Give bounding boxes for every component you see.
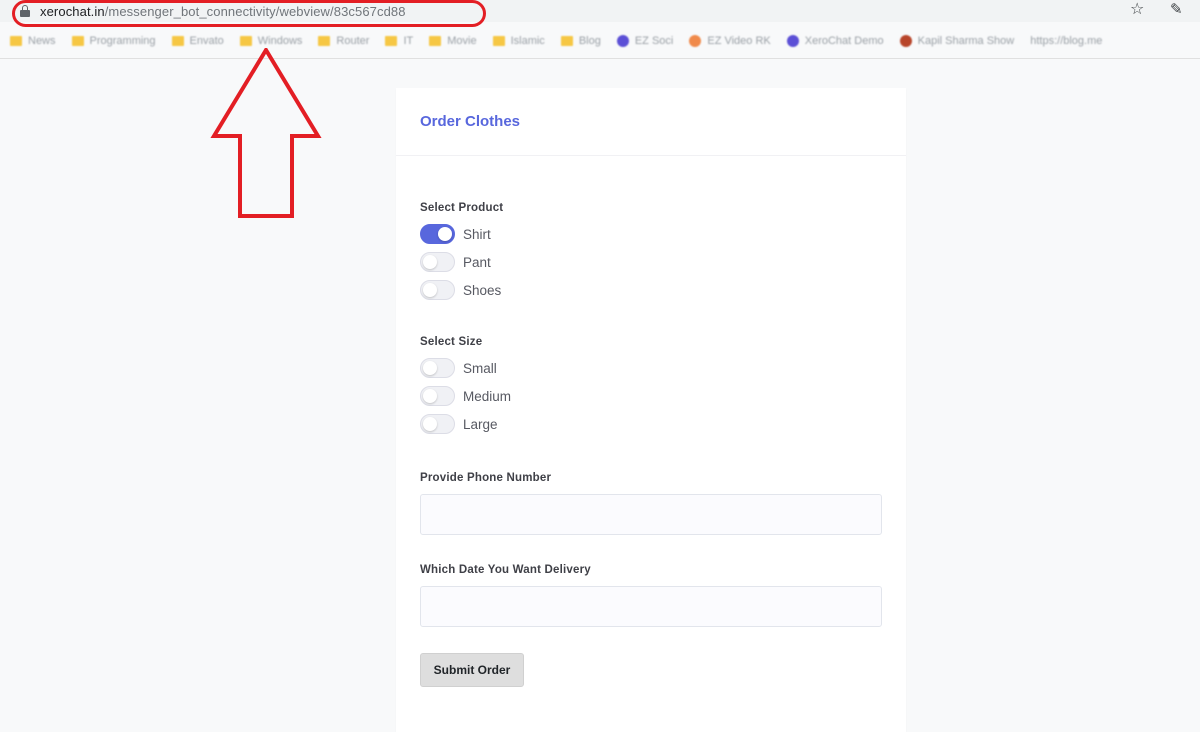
bookmark-item[interactable]: EZ Soci xyxy=(616,35,674,47)
bookmark-item[interactable]: News xyxy=(10,35,56,47)
site-favicon-icon xyxy=(689,35,702,47)
toggle-knob xyxy=(423,283,437,297)
toggle-knob xyxy=(423,389,437,403)
bookmark-label: IT xyxy=(403,35,414,47)
size-toggle[interactable] xyxy=(420,414,455,434)
product-option-label: Shoes xyxy=(463,282,502,298)
folder-icon xyxy=(71,36,84,46)
folder-icon xyxy=(10,36,22,46)
product-option-label: Pant xyxy=(463,254,491,270)
size-option-small[interactable]: Small xyxy=(420,354,511,382)
toolbar-divider xyxy=(0,58,1200,59)
size-options: Small Medium Large xyxy=(420,354,511,438)
folder-icon xyxy=(429,36,442,46)
folder-icon xyxy=(318,36,331,46)
bookmark-item[interactable]: Kapil Sharma Show xyxy=(899,35,1015,47)
order-form-card: Order Clothes Select Product Shirt Pant Sh… xyxy=(396,88,906,732)
bookmark-item[interactable]: Programming xyxy=(71,35,156,47)
phone-label: Provide Phone Number xyxy=(420,472,552,484)
phone-input[interactable] xyxy=(420,494,882,535)
bookmark-item[interactable]: https://blog.me xyxy=(1030,35,1102,47)
size-option-label: Medium xyxy=(463,388,512,404)
form-title: Order Clothes xyxy=(420,113,521,130)
bookmark-item[interactable]: IT xyxy=(385,35,413,47)
bookmark-item[interactable]: Envato xyxy=(171,35,224,47)
submit-order-button[interactable]: Submit Order xyxy=(420,653,524,687)
bookmark-item[interactable]: XeroChat Demo xyxy=(786,35,884,47)
bookmark-label: Envato xyxy=(189,35,224,47)
bookmark-item[interactable]: Movie xyxy=(429,35,477,47)
toggle-knob xyxy=(438,227,452,241)
bookmark-label: Windows xyxy=(257,35,303,47)
bookmark-label: Kapil Sharma Show xyxy=(917,35,1015,47)
product-option-label: Shirt xyxy=(463,226,491,242)
folder-icon xyxy=(560,36,573,46)
folder-icon xyxy=(171,36,184,46)
product-option-shirt[interactable]: Shirt xyxy=(420,220,503,248)
bookmark-label: EZ Soci xyxy=(634,35,674,47)
bookmarks-bar: News Programming Envato Windows Router IT Movi… xyxy=(0,28,1200,54)
site-favicon-icon xyxy=(786,35,799,47)
bookmark-label: Islamic xyxy=(510,35,545,47)
toggle-knob xyxy=(423,361,437,375)
bookmark-label: XeroChat Demo xyxy=(804,35,884,47)
bookmark-label: Movie xyxy=(447,35,477,47)
product-label: Select Product xyxy=(420,202,504,214)
bookmark-label: Programming xyxy=(89,35,156,47)
folder-icon xyxy=(239,36,252,46)
delivery-date-input[interactable] xyxy=(420,586,882,627)
bookmark-item[interactable]: Router xyxy=(318,35,369,47)
site-favicon-icon xyxy=(899,35,912,47)
size-option-medium[interactable]: Medium xyxy=(420,382,511,410)
folder-icon xyxy=(385,36,398,46)
bookmark-label: https://blog.me xyxy=(1030,35,1103,47)
size-option-large[interactable]: Large xyxy=(420,410,511,438)
delivery-label: Which Date You Want Delivery xyxy=(420,564,591,576)
site-favicon-icon xyxy=(616,35,629,47)
product-section: Select Product Shirt Pant Shoes xyxy=(420,202,503,304)
annotation-arrow-icon xyxy=(210,48,322,218)
product-toggle[interactable] xyxy=(420,280,455,300)
size-section: Select Size Small Medium Large xyxy=(420,336,511,438)
bookmark-label: Router xyxy=(336,35,370,47)
size-option-label: Small xyxy=(463,360,497,376)
bookmark-item[interactable]: Blog xyxy=(560,35,601,47)
size-option-label: Large xyxy=(463,416,498,432)
product-toggle[interactable] xyxy=(420,252,455,272)
bookmark-label: News xyxy=(28,35,56,47)
delivery-section: Which Date You Want Delivery xyxy=(420,564,882,627)
bookmark-label: Blog xyxy=(578,35,601,47)
eyedropper-icon[interactable]: ✎ xyxy=(1170,1,1183,19)
product-option-shoes[interactable]: Shoes xyxy=(420,276,503,304)
product-options: Shirt Pant Shoes xyxy=(420,220,503,304)
bookmark-label: EZ Video RK xyxy=(707,35,771,47)
size-toggle[interactable] xyxy=(420,358,455,378)
url-annotation-highlight xyxy=(12,0,486,27)
toggle-knob xyxy=(423,417,437,431)
bookmark-item[interactable]: EZ Video RK xyxy=(689,35,771,47)
size-label: Select Size xyxy=(420,336,483,348)
bookmark-item[interactable]: Islamic xyxy=(492,35,545,47)
product-toggle[interactable] xyxy=(420,224,455,244)
phone-section: Provide Phone Number xyxy=(420,472,882,535)
bookmark-item[interactable]: Windows xyxy=(239,35,303,47)
product-option-pant[interactable]: Pant xyxy=(420,248,503,276)
toggle-knob xyxy=(423,255,437,269)
bookmark-star-icon[interactable]: ☆ xyxy=(1130,1,1144,19)
size-toggle[interactable] xyxy=(420,386,455,406)
folder-icon xyxy=(492,36,505,46)
card-header: Order Clothes xyxy=(396,88,906,156)
